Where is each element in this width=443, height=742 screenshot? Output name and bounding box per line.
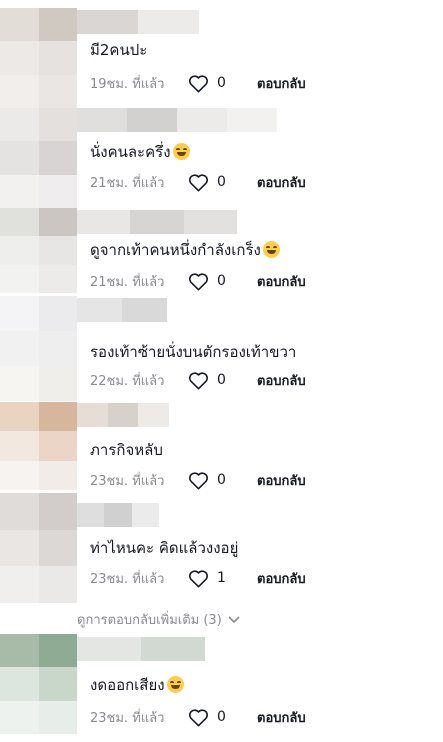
reply-button[interactable]: ตอบกลับ: [257, 568, 306, 589]
username-blurred[interactable]: [77, 637, 205, 661]
comment-text: ดูจากเท้าคนหนึ่งกำลังเกร็ง: [90, 240, 280, 260]
comment-text: ท่าไหนคะ คิดแล้วงงอยู่: [90, 538, 238, 558]
avatar[interactable]: [0, 493, 77, 603]
comment-text: มี2คนปะ: [90, 40, 147, 60]
reply-button[interactable]: ตอบกลับ: [257, 172, 306, 193]
heart-outline-icon: [189, 272, 208, 290]
avatar[interactable]: [0, 402, 77, 490]
comment-text-label: งดออกเสียง: [90, 676, 165, 694]
grinning-face-emoji: [172, 143, 190, 160]
like-count: 0: [217, 472, 226, 488]
comment-text-label: ดูจากเท้าคนหนึ่งกำลังเกร็ง: [90, 241, 261, 259]
comment-meta: 22ชม. ที่แล้ว 0 ตอบกลับ: [90, 369, 330, 391]
avatar[interactable]: [0, 108, 77, 208]
timestamp: 23ชม. ที่แล้ว: [90, 473, 165, 489]
grinning-face-emoji: [166, 676, 184, 693]
like-button[interactable]: 0: [188, 272, 243, 291]
avatar[interactable]: [0, 634, 77, 734]
comment-meta: 19ชม. ที่แล้ว 0 ตอบกลับ: [90, 72, 330, 94]
like-button[interactable]: 0: [188, 74, 243, 93]
like-count: 0: [217, 273, 226, 289]
like-count: 1: [217, 570, 226, 586]
heart-outline-icon: [189, 371, 208, 389]
reply-button[interactable]: ตอบกลับ: [257, 707, 306, 728]
comment-meta: 23ชม. ที่แล้ว 1 ตอบกลับ: [90, 567, 330, 589]
comment-text-label: มี2คนปะ: [90, 41, 148, 59]
username-blurred[interactable]: [77, 210, 237, 234]
grinning-face-emoji: [262, 241, 280, 258]
heart-outline-icon: [189, 74, 208, 92]
comment-text: รองเท้าซ้ายนั่งบนตักรองเท้าขวา: [90, 342, 296, 362]
comment-text: งดออกเสียง: [90, 675, 184, 695]
like-count: 0: [217, 174, 226, 190]
heart-outline-icon: [189, 708, 208, 726]
reply-button[interactable]: ตอบกลับ: [257, 370, 306, 391]
username-blurred[interactable]: [77, 108, 277, 132]
comment-meta: 23ชม. ที่แล้ว 0 ตอบกลับ: [90, 469, 330, 491]
comment-text-label: รองเท้าซ้ายนั่งบนตักรองเท้าขวา: [90, 343, 297, 361]
view-more-replies[interactable]: ดูการตอบกลับเพิ่มเติม (3): [77, 609, 240, 630]
heart-outline-icon: [189, 173, 208, 191]
avatar[interactable]: [0, 8, 77, 108]
comment-meta: 21ชม. ที่แล้ว 0 ตอบกลับ: [90, 171, 330, 193]
username-blurred[interactable]: [77, 403, 170, 427]
like-button[interactable]: 0: [188, 471, 243, 490]
comment-text-label: ภารกิจหลับ: [90, 441, 163, 459]
avatar[interactable]: [0, 296, 77, 401]
like-count: 0: [217, 75, 226, 91]
heart-outline-icon: [189, 569, 208, 587]
comment-meta: 21ชม. ที่แล้ว 0 ตอบกลับ: [90, 270, 330, 292]
username-blurred[interactable]: [77, 503, 159, 527]
timestamp: 22ชม. ที่แล้ว: [90, 373, 165, 389]
comment-text-label: นั่งคนละครึ่ง: [90, 143, 171, 161]
like-count: 0: [217, 372, 226, 388]
comment-text-label: ท่าไหนคะ คิดแล้วงงอยู่: [90, 539, 239, 557]
chevron-down-icon: [228, 615, 240, 623]
like-button[interactable]: 0: [188, 708, 243, 727]
like-count: 0: [217, 709, 226, 725]
heart-outline-icon: [189, 471, 208, 489]
username-blurred[interactable]: [77, 10, 199, 34]
reply-button[interactable]: ตอบกลับ: [257, 470, 306, 491]
timestamp: 23ชม. ที่แล้ว: [90, 710, 165, 726]
comment-text: นั่งคนละครึ่ง: [90, 142, 190, 162]
like-button[interactable]: 0: [188, 371, 243, 390]
timestamp: 21ชม. ที่แล้ว: [90, 175, 165, 191]
username-blurred[interactable]: [77, 298, 167, 322]
reply-button[interactable]: ตอบกลับ: [257, 271, 306, 292]
reply-button[interactable]: ตอบกลับ: [257, 73, 306, 94]
comment-meta: 23ชม. ที่แล้ว 0 ตอบกลับ: [90, 706, 330, 728]
timestamp: 19ชม. ที่แล้ว: [90, 76, 165, 92]
avatar[interactable]: [0, 208, 77, 293]
comment-text: ภารกิจหลับ: [90, 440, 163, 460]
like-button[interactable]: 1: [188, 569, 243, 588]
timestamp: 23ชม. ที่แล้ว: [90, 571, 165, 587]
timestamp: 21ชม. ที่แล้ว: [90, 274, 165, 290]
like-button[interactable]: 0: [188, 173, 243, 192]
view-more-label: ดูการตอบกลับเพิ่มเติม (3): [77, 613, 222, 628]
